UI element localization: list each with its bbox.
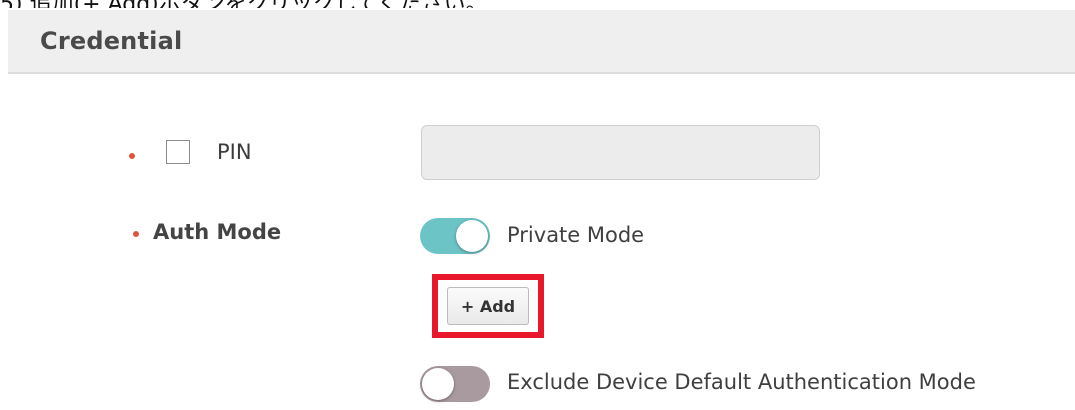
pin-checkbox[interactable] — [166, 140, 190, 164]
pin-required-marker — [129, 153, 135, 159]
auth-mode-required-marker — [133, 231, 139, 237]
exclude-default-auth-label: Exclude Device Default Authentication Mo… — [507, 370, 976, 394]
toggle-knob — [422, 368, 454, 400]
credential-section-header: Credential — [8, 10, 1075, 74]
pin-label: PIN — [217, 140, 252, 164]
section-title: Credential — [40, 27, 183, 55]
private-mode-toggle[interactable] — [420, 218, 490, 254]
instruction-caption: 5) 追加(+ Add)ボタンをクリックしてください。 — [0, 0, 487, 8]
toggle-knob — [456, 220, 488, 252]
private-mode-label: Private Mode — [507, 223, 645, 247]
auth-mode-label: Auth Mode — [153, 220, 282, 244]
add-button[interactable]: + Add — [447, 287, 529, 325]
exclude-default-auth-toggle[interactable] — [420, 366, 490, 402]
pin-input[interactable] — [421, 125, 820, 180]
